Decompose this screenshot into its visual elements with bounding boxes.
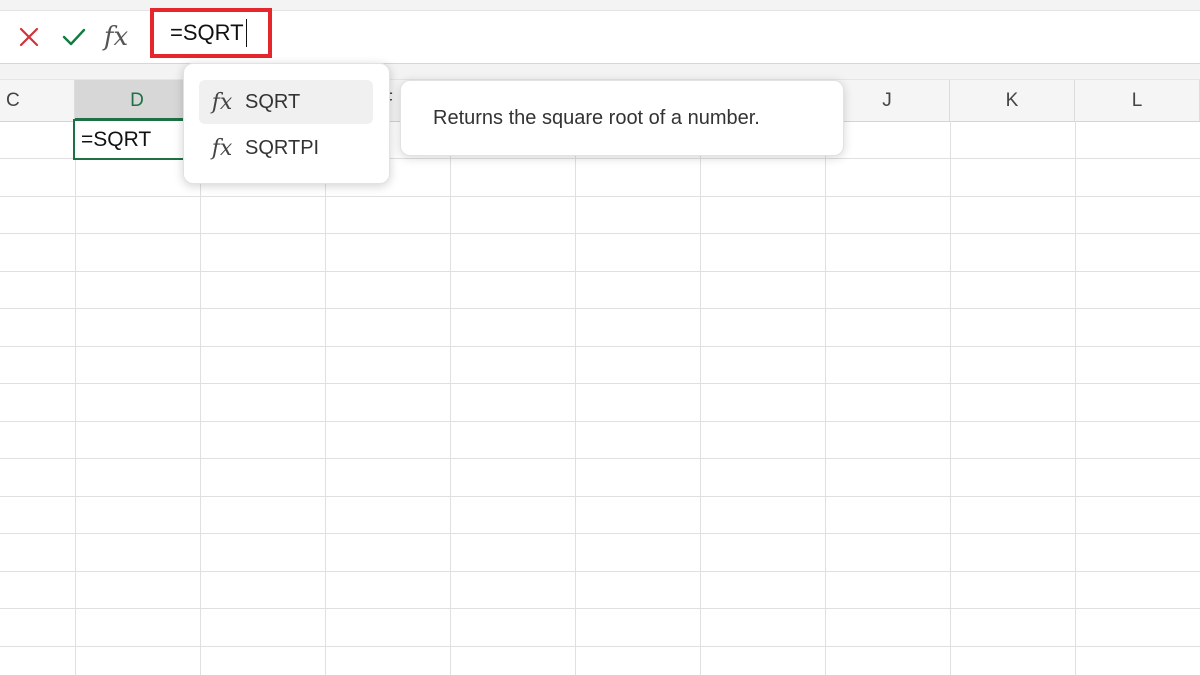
autocomplete-item-sqrt[interactable]: fx SQRT xyxy=(199,80,373,124)
grid-row-line xyxy=(0,646,1200,647)
grid-row-line xyxy=(0,271,1200,272)
grid-column-line xyxy=(450,121,451,675)
column-header-c[interactable]: C xyxy=(0,80,75,121)
grid-row-line xyxy=(0,458,1200,459)
function-icon: fx xyxy=(211,135,233,161)
grid-column-line xyxy=(325,121,326,675)
column-header-d[interactable]: D xyxy=(75,80,200,121)
insert-function-button[interactable]: fx xyxy=(98,21,134,53)
cancel-button[interactable] xyxy=(14,21,44,53)
grid-row-line xyxy=(0,308,1200,309)
column-header-k[interactable]: K xyxy=(950,80,1075,121)
column-header-l[interactable]: L xyxy=(1075,80,1200,121)
check-icon xyxy=(62,28,86,46)
grid-row-line xyxy=(0,233,1200,234)
formula-bar: fx =SQRT xyxy=(0,8,1200,64)
grid-column-line xyxy=(75,121,76,675)
text-caret xyxy=(245,19,248,47)
grid-row-line xyxy=(0,496,1200,497)
formula-text: =SQRT xyxy=(170,20,244,45)
grid-row-line xyxy=(0,196,1200,197)
grid-column-line xyxy=(700,121,701,675)
x-icon xyxy=(19,27,39,47)
grid-column-line xyxy=(200,121,201,675)
grid-row-line xyxy=(0,533,1200,534)
formula-input[interactable]: =SQRT xyxy=(150,8,272,58)
autocomplete-item-label: SQRT xyxy=(245,90,301,113)
grid-column-line xyxy=(575,121,576,675)
grid-row-line xyxy=(0,346,1200,347)
fx-icon: fx xyxy=(103,22,129,52)
active-cell-d1[interactable]: =SQRT xyxy=(73,119,197,160)
cell-grid[interactable] xyxy=(0,121,1200,675)
autocomplete-dropdown: fx SQRT fx SQRTPI xyxy=(183,63,390,184)
autocomplete-item-sqrtpi[interactable]: fx SQRTPI xyxy=(199,126,373,170)
enter-button[interactable] xyxy=(58,21,90,53)
grid-row-line xyxy=(0,421,1200,422)
grid-column-line xyxy=(950,121,951,675)
grid-row-line xyxy=(0,571,1200,572)
grid-row-line xyxy=(0,608,1200,609)
function-description-tooltip: Returns the square root of a number. xyxy=(400,80,844,156)
autocomplete-item-label: SQRTPI xyxy=(245,136,320,159)
function-icon: fx xyxy=(211,89,233,115)
grid-row-line xyxy=(0,383,1200,384)
grid-column-line xyxy=(825,121,826,675)
grid-column-line xyxy=(1075,121,1076,675)
